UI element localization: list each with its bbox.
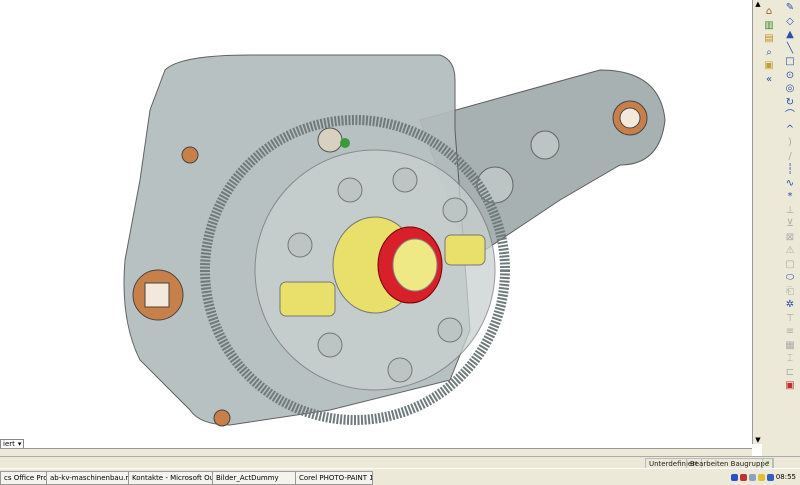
home-icon[interactable]: ⌂ <box>763 6 775 18</box>
arc2-icon[interactable]: ⌒ <box>784 110 796 122</box>
folder-icon[interactable]: ▣ <box>763 60 775 72</box>
eraser-icon[interactable]: ◇ <box>784 16 796 28</box>
model-viewport[interactable] <box>0 0 752 448</box>
rectangle-icon[interactable]: □ <box>784 56 796 68</box>
yellow-pin-left <box>279 281 336 317</box>
arc3-icon[interactable]: ^ <box>784 124 796 136</box>
task-rtf[interactable]: ab-kv-maschinenbau.rtf ... <box>46 471 129 485</box>
line-dim-icon[interactable]: / <box>784 151 796 163</box>
search-doc-icon[interactable]: ▤ <box>763 33 775 45</box>
trim-icon[interactable]: ⊤ <box>784 313 796 325</box>
circle2-icon[interactable]: ◎ <box>784 83 796 95</box>
convert-icon[interactable]: ⎗ <box>784 286 796 298</box>
tray-icon[interactable] <box>766 473 774 481</box>
dimension-icon[interactable]: ⊥ <box>784 205 796 217</box>
clock: 08:55 <box>775 473 796 481</box>
move-icon[interactable]: ⊏ <box>784 367 796 379</box>
ellipse-icon[interactable]: ⬭ <box>784 272 796 284</box>
taskbar: cs Office Pro... ab-kv-maschinenbau.rtf … <box>0 468 800 485</box>
system-tray: 08:55 <box>727 470 800 484</box>
task-office[interactable]: cs Office Pro... <box>0 471 48 485</box>
arc-dim-icon[interactable]: ) <box>784 137 796 149</box>
circle-icon[interactable]: ⊙ <box>784 70 796 82</box>
chart-icon[interactable]: ▥ <box>763 20 775 32</box>
grid-icon[interactable]: ▦ <box>784 340 796 352</box>
tray-icon[interactable] <box>739 473 747 481</box>
view-toolbar: ⌂ ▥ ▤ ⌕ ▣ « <box>763 6 775 87</box>
line-icon[interactable]: ╲ <box>784 43 796 55</box>
task-folder[interactable]: Bilder_ActDummy <box>212 471 298 485</box>
task-outlook[interactable]: Kontakte - Microsoft Outl... <box>128 471 216 485</box>
mirror-icon[interactable]: ⚠ <box>784 245 796 257</box>
pattern-icon[interactable]: ✲ <box>784 299 796 311</box>
sketch-tools: ✎ ◇ ▲ ╲ □ ⊙ ◎ ↻ ⌒ ^ ) / ┆ ∿ * ⊥ ⊻ ⊠ ⚠ ▢ … <box>784 2 796 394</box>
offset-icon[interactable]: ▢ <box>784 259 796 271</box>
tray-icon[interactable] <box>748 473 756 481</box>
yellow-pin-right <box>444 234 486 266</box>
spline-icon[interactable]: ∿ <box>784 178 796 190</box>
cad-model <box>123 54 666 427</box>
triangle-icon[interactable]: ▲ <box>784 29 796 41</box>
sketch-icon[interactable]: ✎ <box>784 2 796 14</box>
arc-icon[interactable]: ↻ <box>784 97 796 109</box>
tray-icon[interactable] <box>730 473 738 481</box>
relation-icon[interactable]: ⊻ <box>784 218 796 230</box>
tray-icon[interactable] <box>757 473 765 481</box>
task-corel[interactable]: Corel PHOTO-PAINT 11 <box>295 471 373 485</box>
collapse-icon[interactable]: « <box>763 74 775 86</box>
split-icon[interactable]: ⌶ <box>784 353 796 365</box>
extend-icon[interactable]: ≡ <box>784 326 796 338</box>
magnifier-icon[interactable]: ⌕ <box>763 47 775 59</box>
point-icon[interactable]: * <box>784 191 796 203</box>
sketch-toolbar: ⌂ ▥ ▤ ⌕ ▣ « ✎ ◇ ▲ ╲ □ ⊙ ◎ ↻ ⌒ ^ ) / ┆ ∿ … <box>762 0 800 458</box>
image-icon[interactable]: ▣ <box>784 380 796 392</box>
centerline-icon[interactable]: ┆ <box>784 164 796 176</box>
display-icon[interactable]: ⊠ <box>784 232 796 244</box>
